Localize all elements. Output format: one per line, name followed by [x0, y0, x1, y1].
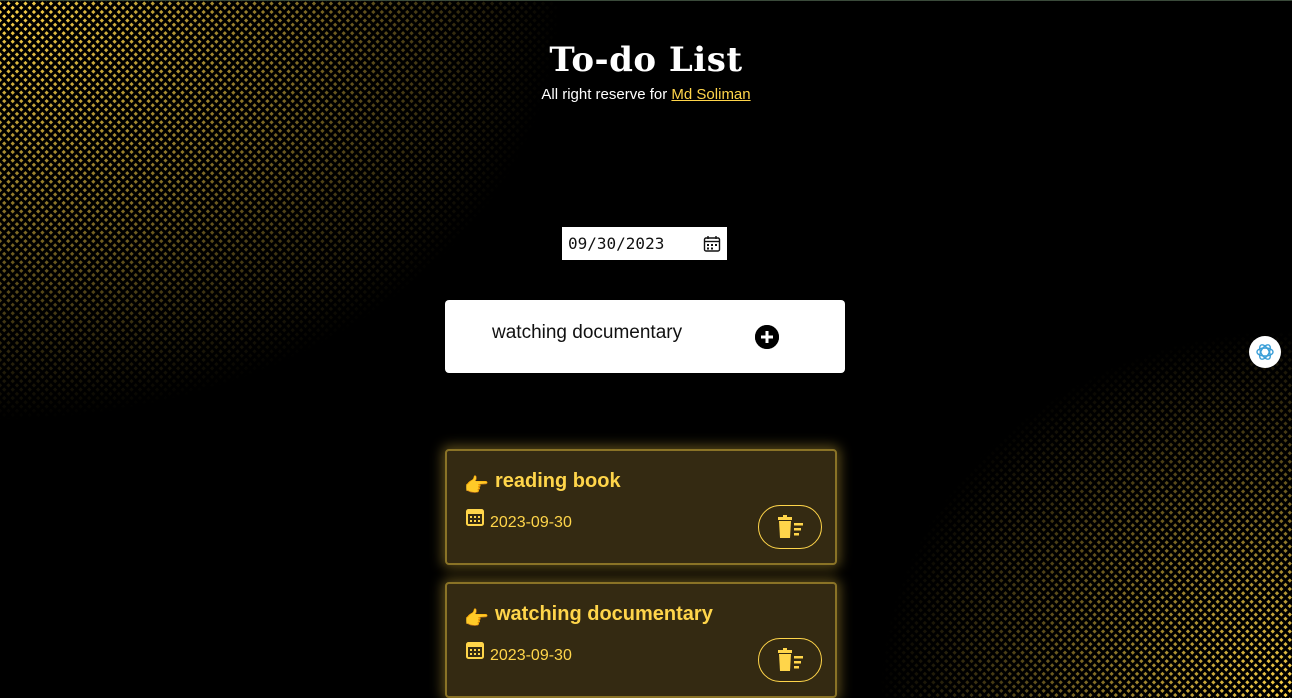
- task-date: 2023-09-30: [490, 647, 572, 664]
- date-input-value[interactable]: 09/30/2023: [568, 234, 703, 253]
- task-date: 2023-09-30: [490, 514, 572, 531]
- openai-icon: [1256, 344, 1274, 360]
- page-title: To-do List: [549, 40, 743, 80]
- delete-task-button[interactable]: [758, 505, 822, 549]
- task-input-box[interactable]: watching documentary: [445, 300, 845, 373]
- trash-icon: [778, 648, 803, 671]
- plus-circle-icon: [755, 325, 779, 349]
- add-task-button[interactable]: [755, 325, 779, 349]
- calendar-icon: [466, 642, 484, 659]
- calendar-icon[interactable]: [703, 235, 721, 253]
- author-link[interactable]: Md Soliman: [671, 86, 750, 103]
- calendar-icon: [466, 509, 484, 526]
- credit-prefix: All right reserve for: [541, 86, 672, 103]
- task-name: reading book: [495, 470, 621, 492]
- task-name: watching documentary: [495, 603, 713, 625]
- date-input[interactable]: 09/30/2023: [562, 227, 727, 260]
- assistant-extension-button[interactable]: [1249, 336, 1281, 368]
- window-top-border: [0, 0, 1292, 1]
- pointing-hand-icon: 👉: [464, 475, 489, 497]
- delete-task-button[interactable]: [758, 638, 822, 682]
- trash-icon: [778, 515, 803, 538]
- credit-line: All right reserve for Md Soliman: [0, 86, 1292, 103]
- task-card: 👉 reading book 2023-09-30: [445, 449, 837, 565]
- task-input[interactable]: watching documentary: [492, 322, 682, 344]
- task-card: 👉 watching documentary 2023-09-30: [445, 582, 837, 698]
- header: To-do List All right reserve for Md Soli…: [0, 40, 1292, 103]
- pointing-hand-icon: 👉: [464, 608, 489, 630]
